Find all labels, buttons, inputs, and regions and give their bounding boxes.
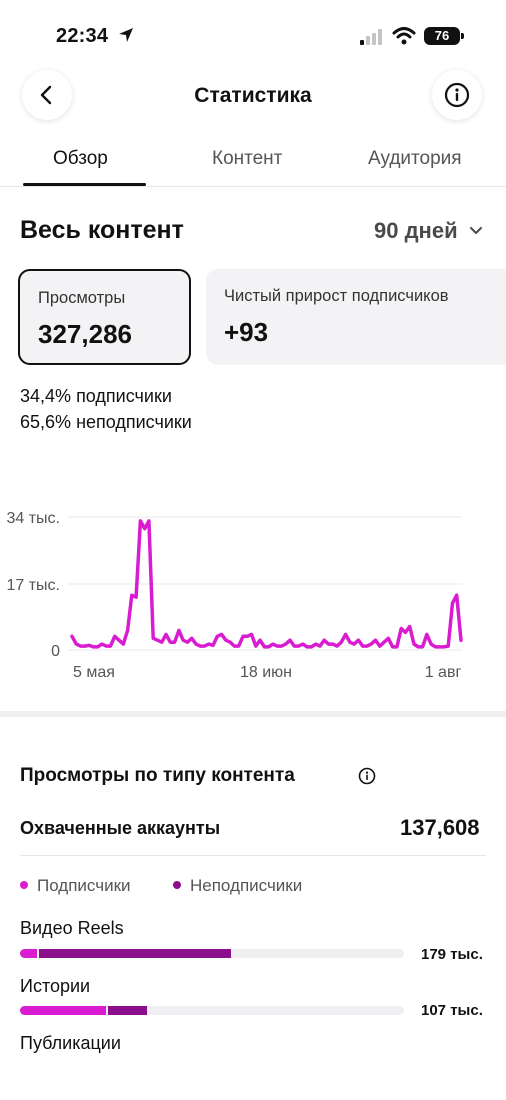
active-tab-indicator bbox=[23, 183, 146, 186]
non-followers-legend-label: Неподписчики bbox=[190, 876, 303, 895]
stories-followers-segment bbox=[20, 1006, 107, 1015]
info-icon bbox=[444, 82, 470, 108]
tab-content[interactable]: Контент bbox=[212, 148, 282, 170]
non-followers-share: 65,6% неподписчики bbox=[20, 412, 192, 433]
reels-non-followers-segment bbox=[39, 949, 232, 958]
chevron-down-icon[interactable] bbox=[468, 224, 484, 238]
views-card[interactable]: Просмотры 327,286 bbox=[18, 269, 191, 365]
section-divider bbox=[0, 711, 506, 717]
tab-overview[interactable]: Обзор bbox=[53, 148, 108, 170]
tab-audience[interactable]: Аудитория bbox=[368, 148, 462, 170]
cellular-signal-icon bbox=[360, 29, 382, 45]
views-value: 327,286 bbox=[38, 319, 132, 349]
content-type-title: Просмотры по типу контента bbox=[20, 765, 295, 786]
non-followers-share-pct: 65,6% bbox=[20, 412, 72, 432]
y-tick-label: 0 bbox=[51, 643, 60, 660]
y-tick-label: 34 тыс. bbox=[6, 510, 60, 527]
location-arrow-icon bbox=[119, 28, 133, 42]
info-button[interactable] bbox=[432, 70, 482, 120]
accounts-reached-label: Охваченные аккаунты bbox=[20, 818, 221, 838]
reels-bar[interactable] bbox=[20, 949, 404, 958]
stories-bar[interactable] bbox=[20, 1006, 404, 1015]
date-range-selector[interactable]: 90 дней bbox=[374, 218, 458, 244]
x-tick-label: 18 июн bbox=[240, 664, 292, 681]
follower-growth-label: Чистый прирост подписчиков bbox=[224, 287, 449, 305]
accounts-reached-value: 137,608 bbox=[400, 815, 480, 840]
followers-share: 34,4% подписчики bbox=[20, 386, 172, 407]
status-bar: 22:34 76 bbox=[0, 0, 506, 60]
header: Статистика bbox=[0, 66, 506, 126]
followers-share-label: подписчики bbox=[76, 386, 172, 406]
section-title: Весь контент bbox=[20, 216, 184, 244]
status-time: 22:34 bbox=[56, 25, 109, 47]
stories-value: 107 тыс. bbox=[421, 1002, 483, 1019]
followers-legend-label: Подписчики bbox=[37, 876, 131, 895]
views-label: Просмотры bbox=[38, 289, 126, 307]
reels-value: 179 тыс. bbox=[421, 946, 483, 963]
divider bbox=[20, 855, 486, 856]
non-followers-legend-dot bbox=[173, 881, 181, 889]
wifi-icon bbox=[392, 27, 416, 45]
y-tick-label: 17 тыс. bbox=[6, 577, 60, 594]
reels-label: Видео Reels bbox=[20, 918, 124, 938]
stories-non-followers-segment bbox=[108, 1006, 147, 1015]
non-followers-share-label: неподписчики bbox=[76, 412, 192, 432]
follower-growth-value: +93 bbox=[224, 317, 269, 347]
x-tick-label: 1 авг bbox=[425, 664, 462, 681]
tab-bar: Обзор Контент Аудитория bbox=[0, 140, 506, 187]
reels-followers-segment bbox=[20, 949, 38, 958]
follower-growth-card[interactable]: Чистый прирост подписчиков +93 bbox=[206, 269, 506, 365]
followers-legend-dot bbox=[20, 881, 28, 889]
info-icon[interactable] bbox=[358, 767, 376, 785]
x-tick-label: 5 мая bbox=[73, 664, 115, 681]
battery-indicator: 76 bbox=[424, 27, 464, 45]
followers-share-pct: 34,4% bbox=[20, 386, 72, 406]
stories-label: Истории bbox=[20, 976, 91, 996]
views-line-chart[interactable]: 34 тыс. 17 тыс. 0 5 мая 18 июн 1 авг bbox=[0, 500, 506, 690]
page-title: Статистика bbox=[194, 84, 312, 107]
posts-label: Публикации bbox=[20, 1033, 121, 1053]
